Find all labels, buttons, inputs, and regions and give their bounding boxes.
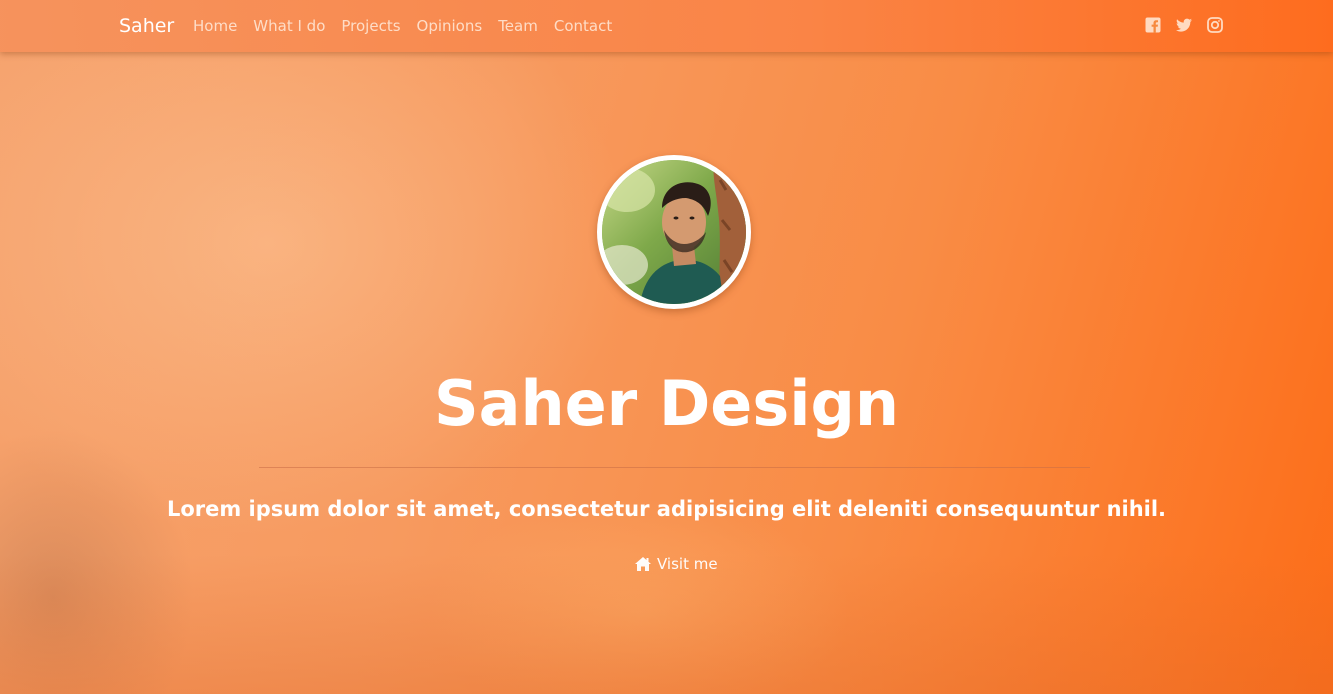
page: Saher Home What I do Projects Opinions T…	[0, 0, 1333, 694]
nav-link-home[interactable]: Home	[193, 16, 237, 36]
visit-me-label: Visit me	[657, 555, 718, 573]
social-links	[1145, 17, 1223, 33]
profile-avatar	[597, 155, 751, 309]
nav-link-projects[interactable]: Projects	[341, 16, 400, 36]
nav-link-contact[interactable]: Contact	[554, 16, 612, 36]
twitter-icon[interactable]	[1176, 17, 1192, 33]
visit-me-link[interactable]: Visit me	[634, 554, 718, 574]
hero-subtitle: Lorem ipsum dolor sit amet, consectetur …	[166, 497, 1167, 521]
navbar: Saher Home What I do Projects Opinions T…	[0, 0, 1333, 52]
brand-link[interactable]: Saher	[119, 14, 174, 38]
nav-link-team[interactable]: Team	[498, 16, 538, 36]
hero-divider	[259, 467, 1090, 468]
nav-links: Home What I do Projects Opinions Team Co…	[193, 16, 612, 36]
instagram-icon[interactable]	[1207, 17, 1223, 33]
nav-link-opinions[interactable]: Opinions	[417, 16, 483, 36]
nav-link-what-i-do[interactable]: What I do	[253, 16, 325, 36]
hero-title: Saher Design	[433, 367, 900, 440]
facebook-icon[interactable]	[1145, 17, 1161, 33]
home-icon	[634, 556, 652, 572]
